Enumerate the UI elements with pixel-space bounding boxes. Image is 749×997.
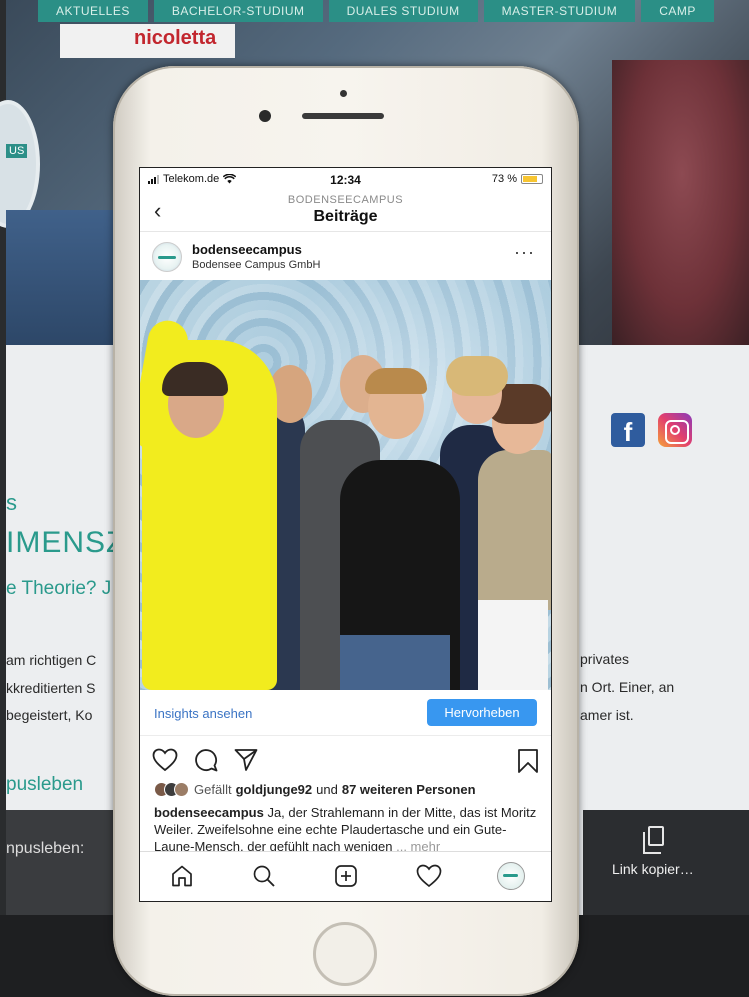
front-camera — [259, 110, 271, 122]
background-nav-tab: CAMP — [641, 0, 714, 22]
liker-avatars — [154, 782, 189, 797]
background-headline: IMENSZ — [6, 526, 126, 559]
scene: AKTUELLES BACHELOR-STUDIUM DUALES STUDIU… — [0, 0, 749, 997]
background-person-right — [612, 60, 749, 345]
background-nav-tab: AKTUELLES — [38, 0, 148, 22]
avatar[interactable] — [152, 242, 182, 272]
photo-figure — [340, 635, 450, 690]
background-text-line: am richtigen C — [6, 652, 97, 668]
promote-button[interactable]: Hervorheben — [427, 699, 537, 726]
photo-figure — [478, 600, 548, 690]
battery-icon — [521, 174, 543, 184]
background-text-line: n Ort. Einer, an — [580, 679, 675, 695]
tab-bar — [140, 851, 551, 901]
likes-prefix: Gefällt — [194, 782, 232, 797]
post-actions — [140, 740, 551, 780]
insights-link[interactable]: Insights ansehen — [154, 706, 252, 721]
more-options-icon[interactable]: ··· — [514, 242, 535, 263]
bookmark-icon[interactable] — [517, 748, 539, 774]
likes-line[interactable]: Gefällt goldjunge92 und 87 weiteren Pers… — [154, 782, 476, 797]
home-button[interactable] — [313, 922, 377, 986]
post-header: bodenseecampus Bodensee Campus GmbH ··· — [140, 232, 551, 280]
status-bar: Telekom.de 12:34 73 % — [140, 168, 551, 190]
search-icon[interactable] — [252, 864, 276, 888]
send-icon[interactable] — [234, 748, 258, 772]
add-post-icon[interactable] — [334, 864, 358, 888]
phone-screen: Telekom.de 12:34 73 % ‹ BODENSEECAMPUS B… — [139, 167, 552, 902]
background-nav-tab: BACHELOR-STUDIUM — [153, 0, 323, 22]
photo-figure — [446, 356, 508, 396]
caption-username[interactable]: bodenseecampus — [154, 805, 264, 820]
background-dark-panel — [6, 810, 116, 915]
background-copy-label: Link kopier… — [612, 861, 694, 877]
battery-group: 73 % — [492, 173, 543, 185]
post-username[interactable]: bodenseecampus — [192, 242, 302, 257]
background-text-line: kkreditierten S — [6, 680, 96, 696]
profile-avatar-icon[interactable] — [497, 862, 525, 890]
photo-figure — [365, 368, 427, 394]
post-location[interactable]: Bodensee Campus GmbH — [192, 259, 320, 271]
background-sign-text: nicoletta — [134, 27, 217, 49]
header-subtitle: BODENSEECAMPUS — [287, 194, 404, 206]
activity-heart-icon[interactable] — [416, 864, 442, 888]
background-nav: AKTUELLES BACHELOR-STUDIUM DUALES STUDIU… — [0, 0, 749, 24]
post-photo[interactable] — [140, 280, 551, 690]
background-text-line: begeistert, Ko — [6, 707, 93, 723]
background-dark-text: npusleben: — [6, 840, 85, 857]
copy-icon — [643, 826, 664, 854]
post-caption: bodenseecampus Ja, der Strahlemann in de… — [154, 804, 541, 854]
likes-middle: und — [316, 782, 338, 797]
instagram-icon — [658, 413, 692, 447]
heart-icon[interactable] — [152, 748, 178, 772]
background-logo-badge: US — [6, 144, 28, 158]
status-time: 12:34 — [330, 173, 361, 187]
insights-row: Insights ansehen Hervorheben — [140, 690, 551, 736]
likes-user[interactable]: goldjunge92 — [236, 782, 313, 797]
background-text-line: privates — [580, 651, 630, 667]
comment-icon[interactable] — [194, 748, 218, 772]
background-nav-tab: DUALES STUDIUM — [328, 0, 478, 22]
background-text-line: amer ist. — [580, 707, 634, 723]
background-nav-tab: MASTER-STUDIUM — [483, 0, 636, 22]
likes-count[interactable]: 87 weiteren Personen — [342, 782, 476, 797]
nav-header: ‹ BODENSEECAMPUS Beiträge — [140, 190, 551, 232]
background-subline: e Theorie? J — [6, 578, 112, 599]
phone-sensor — [340, 90, 347, 97]
background-letter: s — [6, 490, 17, 515]
profile-logo-mark — [503, 874, 518, 877]
background-person-left — [6, 210, 116, 345]
background-link: pusleben — [6, 774, 84, 795]
battery-percent: 73 % — [491, 173, 517, 185]
facebook-icon: f — [611, 413, 645, 447]
home-icon[interactable] — [170, 864, 194, 888]
background-sign: nicoletta — [60, 24, 235, 58]
photo-figure — [478, 450, 551, 610]
page-title: Beiträge — [313, 208, 378, 225]
phone-speaker — [302, 113, 384, 119]
